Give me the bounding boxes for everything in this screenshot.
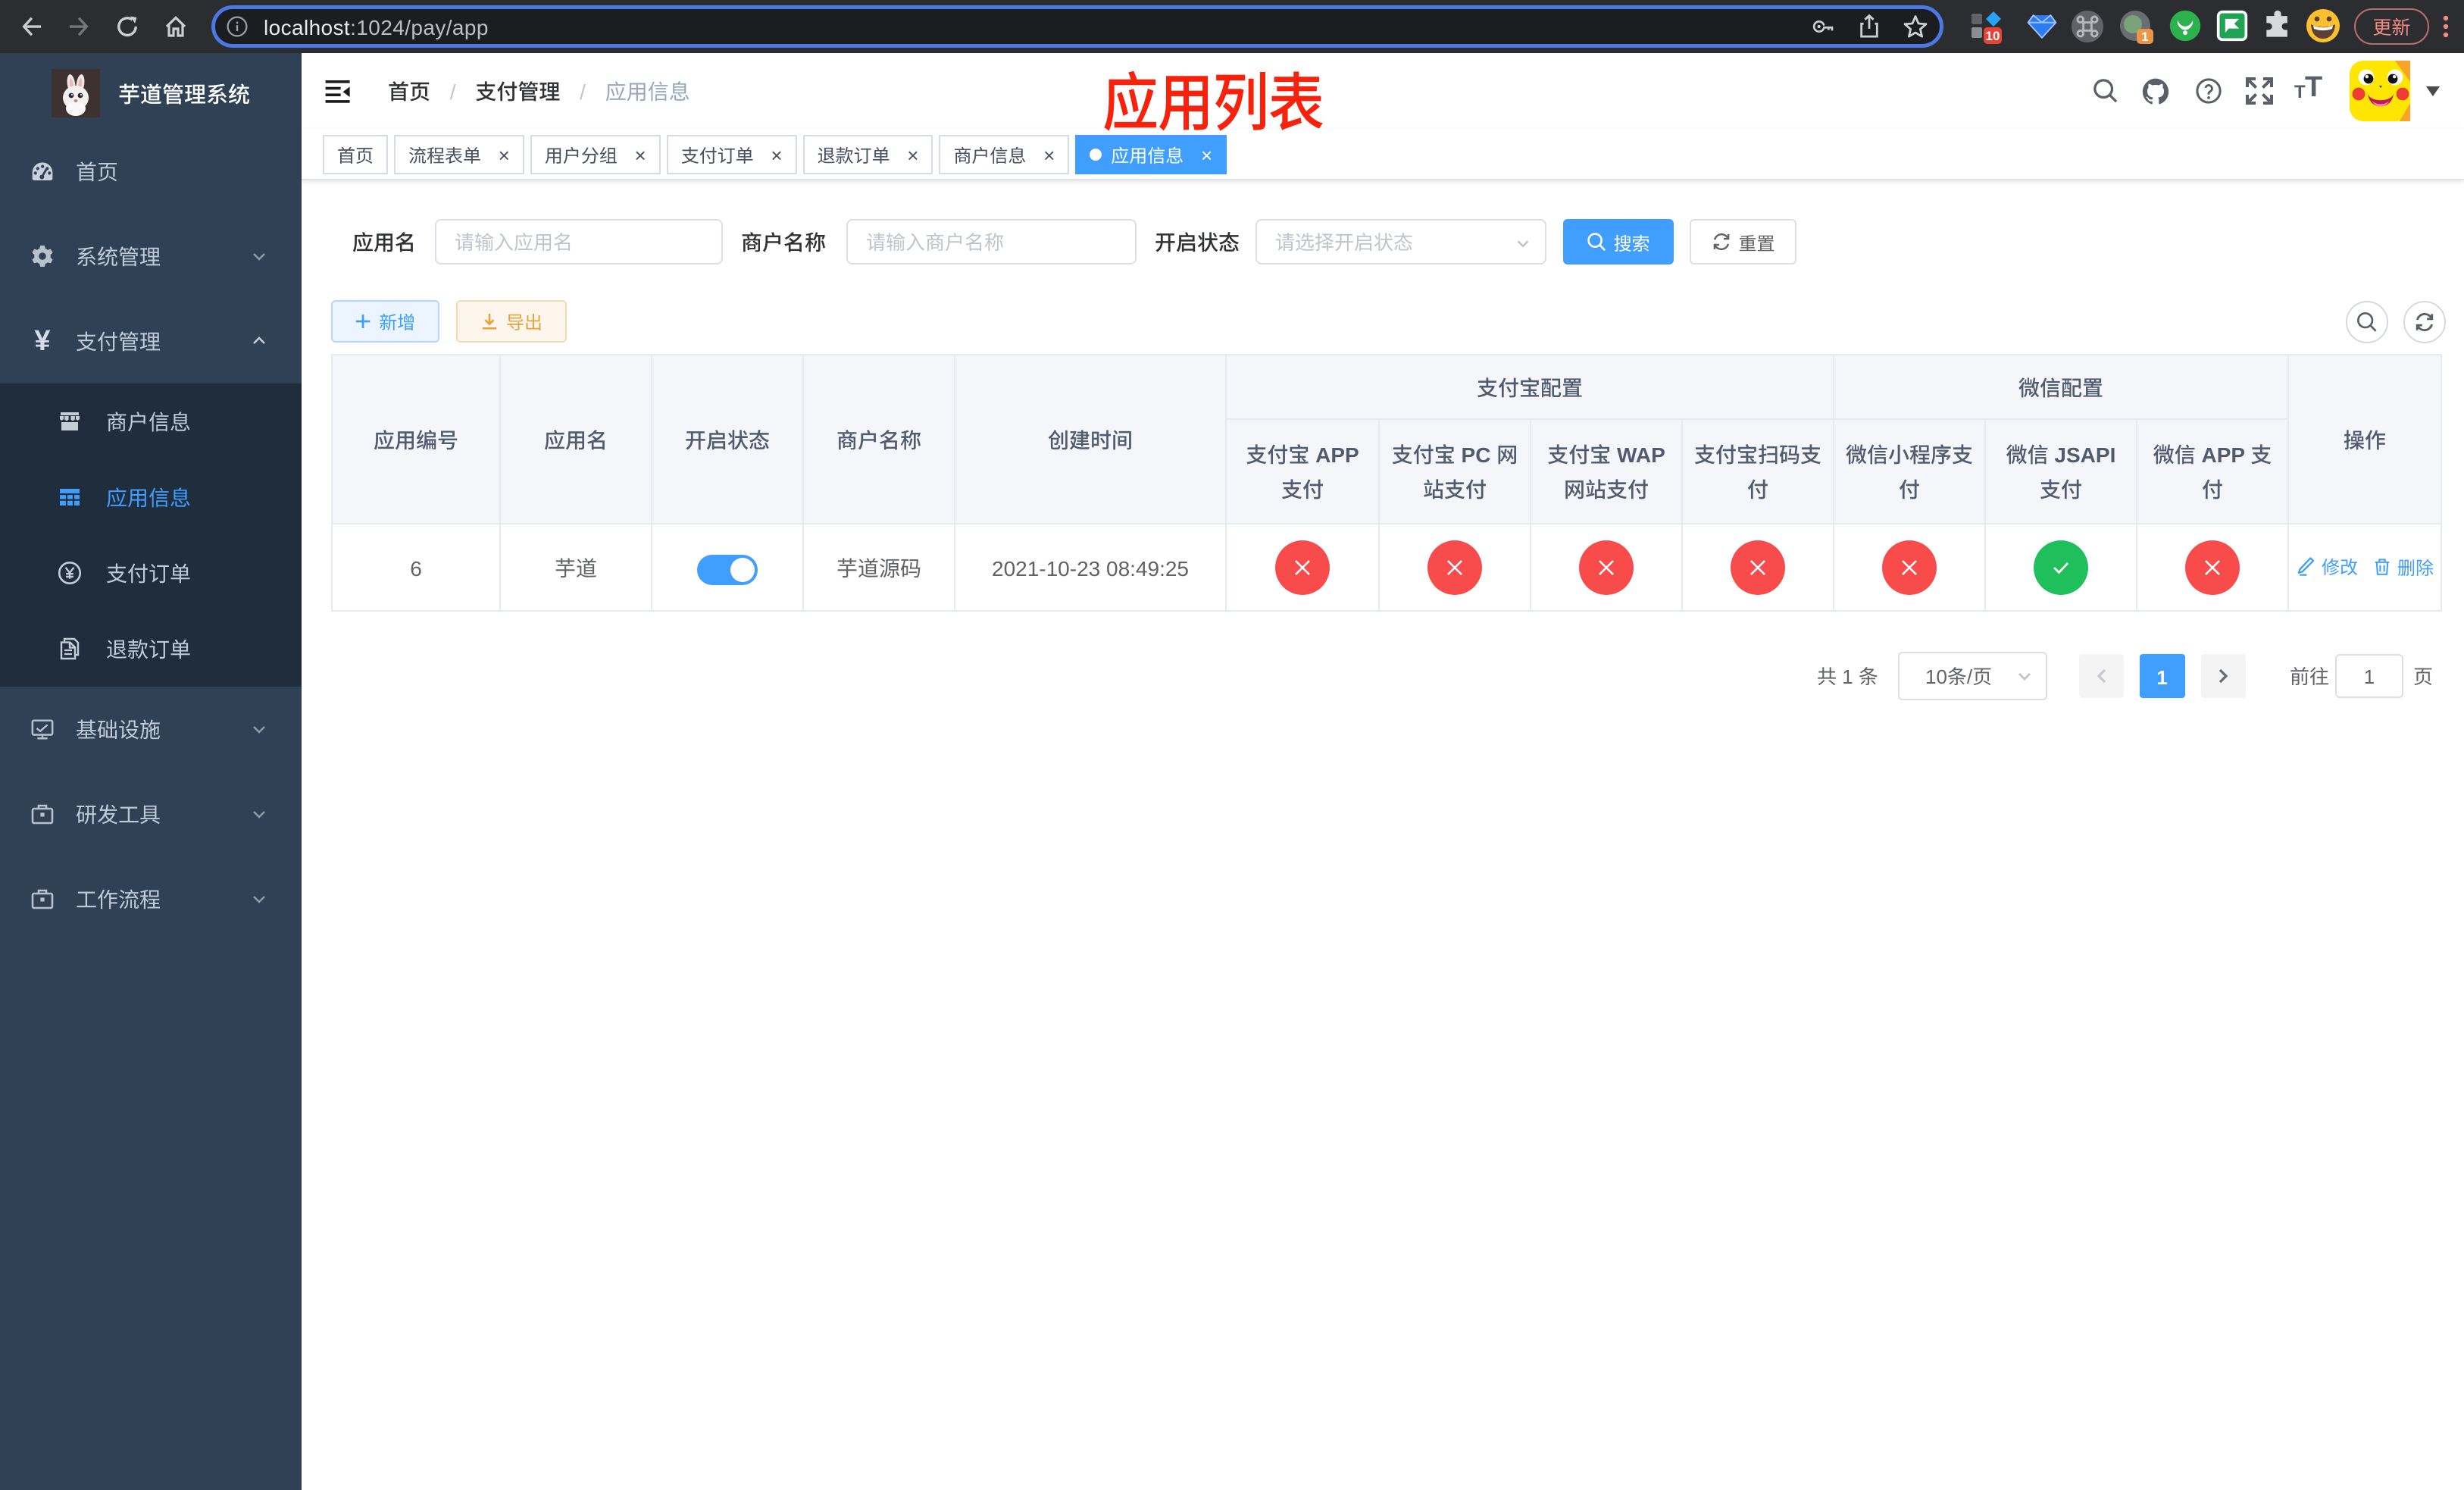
svg-text:10: 10 bbox=[1986, 29, 2000, 43]
svg-text:1: 1 bbox=[2141, 30, 2148, 44]
